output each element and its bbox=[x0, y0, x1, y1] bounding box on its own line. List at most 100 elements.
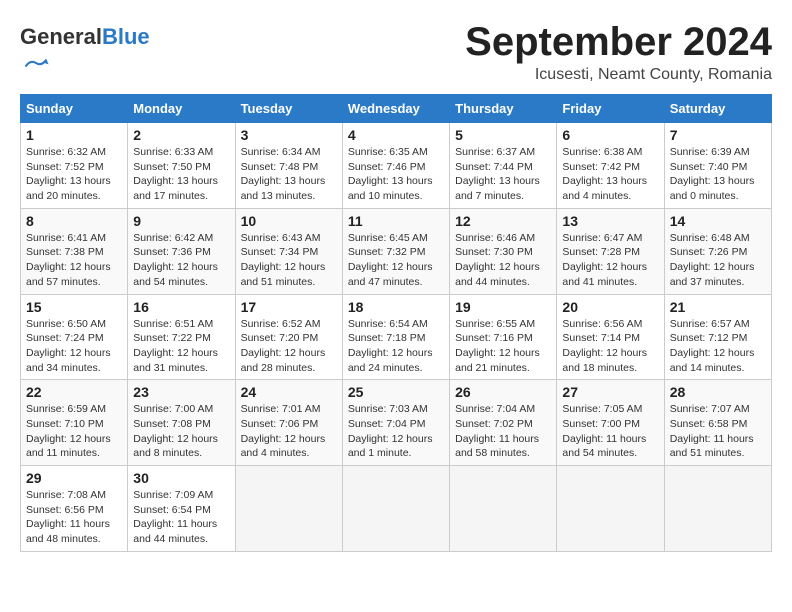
col-sunday: Sunday bbox=[21, 95, 128, 123]
table-cell: 16Sunrise: 6:51 AM Sunset: 7:22 PM Dayli… bbox=[128, 294, 235, 380]
day-info: Sunrise: 6:47 AM Sunset: 7:28 PM Dayligh… bbox=[562, 231, 658, 290]
table-cell: 7 Sunrise: 6:39 AM Sunset: 7:40 PM Daylig… bbox=[664, 123, 771, 209]
day-info: Sunrise: 6:39 AM Sunset: 7:40 PM Dayligh… bbox=[670, 145, 766, 204]
header: GeneralBlue September 2024 Icusesti, Nea… bbox=[20, 20, 772, 84]
table-cell: 11Sunrise: 6:45 AM Sunset: 7:32 PM Dayli… bbox=[342, 208, 449, 294]
logo-general-text: General bbox=[20, 24, 102, 49]
day-info: Sunrise: 6:32 AM Sunset: 7:52 PM Dayligh… bbox=[26, 145, 122, 204]
day-info: Sunrise: 6:50 AM Sunset: 7:24 PM Dayligh… bbox=[26, 317, 122, 376]
table-cell: 20 Sunrise: 6:56 AM Sunset: 7:14 PM Dayli… bbox=[557, 294, 664, 380]
table-cell: 5 Sunrise: 6:37 AM Sunset: 7:44 PM Daylig… bbox=[450, 123, 557, 209]
table-cell: 2 Sunrise: 6:33 AM Sunset: 7:50 PM Daylig… bbox=[128, 123, 235, 209]
table-cell bbox=[450, 466, 557, 552]
week-row-4: 22 Sunrise: 6:59 AM Sunset: 7:10 PM Dayli… bbox=[21, 380, 772, 466]
day-number: 25 bbox=[348, 384, 444, 400]
col-friday: Friday bbox=[557, 95, 664, 123]
day-info: Sunrise: 7:07 AM Sunset: 6:58 PM Dayligh… bbox=[670, 402, 766, 461]
location-subtitle: Icusesti, Neamt County, Romania bbox=[465, 66, 772, 84]
day-info: Sunrise: 7:03 AM Sunset: 7:04 PM Dayligh… bbox=[348, 402, 444, 461]
day-info: Sunrise: 7:00 AM Sunset: 7:08 PM Dayligh… bbox=[133, 402, 229, 461]
col-monday: Monday bbox=[128, 95, 235, 123]
table-cell: 1Sunrise: 6:32 AM Sunset: 7:52 PM Daylig… bbox=[21, 123, 128, 209]
week-row-3: 15 Sunrise: 6:50 AM Sunset: 7:24 PM Dayli… bbox=[21, 294, 772, 380]
day-number: 17 bbox=[241, 299, 337, 315]
day-info: Sunrise: 7:05 AM Sunset: 7:00 PM Dayligh… bbox=[562, 402, 658, 461]
day-number: 27 bbox=[562, 384, 658, 400]
day-number: 22 bbox=[26, 384, 122, 400]
week-row-1: 1Sunrise: 6:32 AM Sunset: 7:52 PM Daylig… bbox=[21, 123, 772, 209]
table-cell: 6 Sunrise: 6:38 AM Sunset: 7:42 PM Daylig… bbox=[557, 123, 664, 209]
day-number: 18 bbox=[348, 299, 444, 315]
day-number: 21 bbox=[670, 299, 766, 315]
week-row-2: 8 Sunrise: 6:41 AM Sunset: 7:38 PM Daylig… bbox=[21, 208, 772, 294]
day-info: Sunrise: 6:43 AM Sunset: 7:34 PM Dayligh… bbox=[241, 231, 337, 290]
day-info: Sunrise: 7:09 AM Sunset: 6:54 PM Dayligh… bbox=[133, 488, 229, 547]
table-cell: 15 Sunrise: 6:50 AM Sunset: 7:24 PM Dayli… bbox=[21, 294, 128, 380]
day-number: 30 bbox=[133, 470, 229, 486]
day-info: Sunrise: 6:59 AM Sunset: 7:10 PM Dayligh… bbox=[26, 402, 122, 461]
table-cell bbox=[664, 466, 771, 552]
table-cell: 21Sunrise: 6:57 AM Sunset: 7:12 PM Dayli… bbox=[664, 294, 771, 380]
col-thursday: Thursday bbox=[450, 95, 557, 123]
day-number: 13 bbox=[562, 213, 658, 229]
table-cell: 9Sunrise: 6:42 AM Sunset: 7:36 PM Daylig… bbox=[128, 208, 235, 294]
table-cell: 23Sunrise: 7:00 AM Sunset: 7:08 PM Dayli… bbox=[128, 380, 235, 466]
table-cell: 14Sunrise: 6:48 AM Sunset: 7:26 PM Dayli… bbox=[664, 208, 771, 294]
table-cell: 27 Sunrise: 7:05 AM Sunset: 7:00 PM Dayli… bbox=[557, 380, 664, 466]
day-number: 6 bbox=[562, 127, 658, 143]
day-number: 15 bbox=[26, 299, 122, 315]
day-info: Sunrise: 7:08 AM Sunset: 6:56 PM Dayligh… bbox=[26, 488, 122, 547]
table-cell bbox=[557, 466, 664, 552]
table-cell: 19 Sunrise: 6:55 AM Sunset: 7:16 PM Dayli… bbox=[450, 294, 557, 380]
table-cell: 30 Sunrise: 7:09 AM Sunset: 6:54 PM Dayli… bbox=[128, 466, 235, 552]
month-title: September 2024 bbox=[465, 20, 772, 64]
logo-icon bbox=[22, 49, 50, 77]
day-info: Sunrise: 6:37 AM Sunset: 7:44 PM Dayligh… bbox=[455, 145, 551, 204]
day-number: 20 bbox=[562, 299, 658, 315]
day-info: Sunrise: 6:52 AM Sunset: 7:20 PM Dayligh… bbox=[241, 317, 337, 376]
day-number: 12 bbox=[455, 213, 551, 229]
day-number: 7 bbox=[670, 127, 766, 143]
table-cell: 10 Sunrise: 6:43 AM Sunset: 7:34 PM Dayli… bbox=[235, 208, 342, 294]
day-number: 29 bbox=[26, 470, 122, 486]
day-number: 19 bbox=[455, 299, 551, 315]
table-cell: 22 Sunrise: 6:59 AM Sunset: 7:10 PM Dayli… bbox=[21, 380, 128, 466]
day-number: 2 bbox=[133, 127, 229, 143]
day-info: Sunrise: 6:38 AM Sunset: 7:42 PM Dayligh… bbox=[562, 145, 658, 204]
calendar-header-row: Sunday Monday Tuesday Wednesday Thursday… bbox=[21, 95, 772, 123]
table-cell: 28 Sunrise: 7:07 AM Sunset: 6:58 PM Dayli… bbox=[664, 380, 771, 466]
day-info: Sunrise: 6:46 AM Sunset: 7:30 PM Dayligh… bbox=[455, 231, 551, 290]
day-info: Sunrise: 6:33 AM Sunset: 7:50 PM Dayligh… bbox=[133, 145, 229, 204]
day-number: 8 bbox=[26, 213, 122, 229]
day-info: Sunrise: 6:45 AM Sunset: 7:32 PM Dayligh… bbox=[348, 231, 444, 290]
day-number: 9 bbox=[133, 213, 229, 229]
day-number: 28 bbox=[670, 384, 766, 400]
table-cell bbox=[235, 466, 342, 552]
logo: GeneralBlue bbox=[20, 25, 150, 82]
day-number: 4 bbox=[348, 127, 444, 143]
day-info: Sunrise: 6:55 AM Sunset: 7:16 PM Dayligh… bbox=[455, 317, 551, 376]
day-number: 14 bbox=[670, 213, 766, 229]
day-info: Sunrise: 6:35 AM Sunset: 7:46 PM Dayligh… bbox=[348, 145, 444, 204]
calendar-table: Sunday Monday Tuesday Wednesday Thursday… bbox=[20, 94, 772, 552]
day-number: 5 bbox=[455, 127, 551, 143]
table-cell: 25 Sunrise: 7:03 AM Sunset: 7:04 PM Dayli… bbox=[342, 380, 449, 466]
day-number: 10 bbox=[241, 213, 337, 229]
day-number: 26 bbox=[455, 384, 551, 400]
day-info: Sunrise: 6:41 AM Sunset: 7:38 PM Dayligh… bbox=[26, 231, 122, 290]
title-area: September 2024 Icusesti, Neamt County, R… bbox=[465, 20, 772, 84]
day-info: Sunrise: 6:56 AM Sunset: 7:14 PM Dayligh… bbox=[562, 317, 658, 376]
col-saturday: Saturday bbox=[664, 95, 771, 123]
table-cell: 13 Sunrise: 6:47 AM Sunset: 7:28 PM Dayli… bbox=[557, 208, 664, 294]
table-cell: 4 Sunrise: 6:35 AM Sunset: 7:46 PM Daylig… bbox=[342, 123, 449, 209]
logo-blue-text: Blue bbox=[102, 24, 150, 49]
day-info: Sunrise: 7:01 AM Sunset: 7:06 PM Dayligh… bbox=[241, 402, 337, 461]
table-cell bbox=[342, 466, 449, 552]
table-cell: 26Sunrise: 7:04 AM Sunset: 7:02 PM Dayli… bbox=[450, 380, 557, 466]
col-tuesday: Tuesday bbox=[235, 95, 342, 123]
table-cell: 3Sunrise: 6:34 AM Sunset: 7:48 PM Daylig… bbox=[235, 123, 342, 209]
table-cell: 24 Sunrise: 7:01 AM Sunset: 7:06 PM Dayli… bbox=[235, 380, 342, 466]
col-wednesday: Wednesday bbox=[342, 95, 449, 123]
day-number: 16 bbox=[133, 299, 229, 315]
day-number: 24 bbox=[241, 384, 337, 400]
